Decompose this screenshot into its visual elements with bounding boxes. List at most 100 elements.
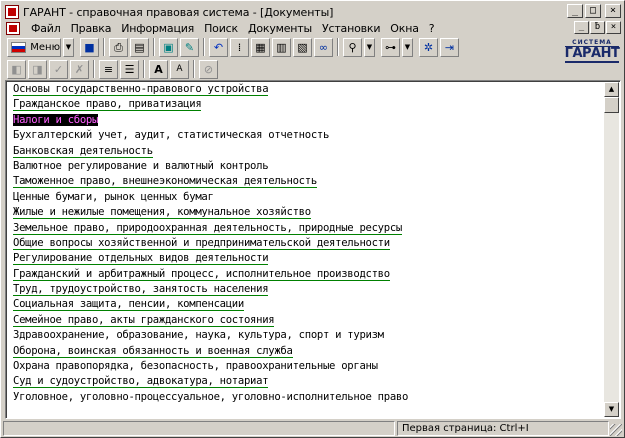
document-list-pane: Основы государственно-правового устройст… <box>5 80 621 419</box>
document-list-item[interactable]: Оборона, воинская обязанность и военная … <box>13 344 607 359</box>
vertical-scrollbar[interactable]: ▲ ▼ <box>604 82 619 417</box>
toolbar-separator <box>143 60 145 78</box>
document-list-item-label: Суд и судоустройство, адвокатура, нотари… <box>13 375 269 389</box>
document-list-item-label: Жилые и нежилые помещения, коммунальное … <box>13 206 311 220</box>
document-icon[interactable]: ▦ <box>251 37 270 57</box>
document-caption-buttons: _ ƀ × <box>574 21 621 34</box>
doc-close-button[interactable]: × <box>606 21 621 34</box>
scroll-thumb[interactable] <box>604 97 619 113</box>
maximize-button[interactable]: □ <box>585 4 601 18</box>
resize-grip[interactable] <box>610 424 622 436</box>
next-page-icon[interactable]: ◨ <box>28 59 47 79</box>
app-icon[interactable] <box>5 5 19 19</box>
minimize-button[interactable]: _ <box>567 4 583 18</box>
menu-edit[interactable]: Правка <box>66 22 117 35</box>
document-list-item[interactable]: Земельное право, природоохранная деятель… <box>13 221 607 236</box>
russian-flag-icon <box>11 41 27 53</box>
menu-documents[interactable]: Документы <box>243 22 317 35</box>
mark-icon[interactable]: ✓ <box>49 59 68 79</box>
font-decrease-icon[interactable]: A <box>170 59 189 79</box>
doc-restore-button[interactable]: ƀ <box>590 21 605 34</box>
toolbar-separator <box>103 38 105 56</box>
document-list-item[interactable]: Регулирование отдельных видов деятельнос… <box>13 251 607 266</box>
save-icon[interactable]: ■ <box>80 37 99 57</box>
document-list-item-label: Банковская деятельность <box>13 144 153 158</box>
prev-page-icon[interactable]: ◧ <box>7 59 26 79</box>
split-icon[interactable]: ⁞ <box>230 37 249 57</box>
document-list-item-label: Уголовное, уголовно-процессуальное, угол… <box>13 390 409 403</box>
menu-search[interactable]: Поиск <box>199 22 243 35</box>
document-list-item[interactable]: Суд и судоустройство, адвокатура, нотари… <box>13 374 607 389</box>
bookmark-icon[interactable]: ≡ <box>99 59 118 79</box>
main-window: ГАРАНТ - справочная правовая система - [… <box>0 0 625 438</box>
document-list-item[interactable]: Труд, трудоустройство, занятость населен… <box>13 282 607 297</box>
print-icon[interactable]: ⎙ <box>109 37 128 57</box>
window-title: ГАРАНТ - справочная правовая система - [… <box>23 5 334 19</box>
menu-information[interactable]: Информация <box>116 22 199 35</box>
secondary-toolbar: ◧ ◨ ✓ ✗ ≡ ☰ A A ⊘ <box>3 58 623 80</box>
status-pages: Первая страница: Ctrl+I <box>397 421 609 436</box>
logo-subtitle: СИСТЕМА <box>572 39 612 46</box>
binoculars-icon[interactable]: ∞ <box>314 37 333 57</box>
filter-icon[interactable]: ⊶ <box>381 37 400 57</box>
unmark-icon[interactable]: ✗ <box>70 59 89 79</box>
doc-minimize-button[interactable]: _ <box>574 21 589 34</box>
menu-button[interactable]: Меню <box>7 37 61 57</box>
close-button[interactable]: × <box>605 4 621 18</box>
document-list-item-label: Таможенное право, внешнеэкономическая де… <box>13 175 317 189</box>
menu-windows[interactable]: Окна <box>385 22 423 35</box>
document-list-item-label: Оборона, воинская обязанность и военная … <box>13 344 293 358</box>
document-list-item[interactable]: Общие вопросы хозяйственной и предприним… <box>13 236 607 251</box>
status-bar: Первая страница: Ctrl+I <box>3 420 623 437</box>
back-icon[interactable]: ↶ <box>209 37 228 57</box>
comment-icon[interactable]: ☰ <box>120 59 139 79</box>
document-list-item[interactable]: Таможенное право, внешнеэкономическая де… <box>13 174 607 189</box>
document-list-item-label: Семейное право, акты гражданского состоя… <box>13 313 275 327</box>
document-list-item-label: Земельное право, природоохранная деятель… <box>13 221 402 235</box>
document-list-item[interactable]: Гражданское право, приватизация <box>13 97 607 112</box>
document-list-item[interactable]: Здравоохранение, образование, наука, кул… <box>13 328 607 343</box>
document-list-item[interactable]: Налоги и сборы <box>13 113 607 128</box>
globe-icon[interactable]: ✲ <box>419 37 438 57</box>
document-list-item[interactable]: Гражданский и арбитражный процесс, испол… <box>13 267 607 282</box>
document-view-icon[interactable]: ▧ <box>293 37 312 57</box>
menu-help[interactable]: ? <box>424 22 440 35</box>
document-list-item[interactable]: Социальная защита, пенсии, компенсации <box>13 297 607 312</box>
document-window-icon[interactable] <box>6 21 20 35</box>
scroll-up-button[interactable]: ▲ <box>604 82 619 97</box>
document-list-item[interactable]: Уголовное, уголовно-процессуальное, угол… <box>13 390 607 405</box>
document-list-item[interactable]: Валютное регулирование и валютный контро… <box>13 159 607 174</box>
document-list-item[interactable]: Жилые и нежилые помещения, коммунальное … <box>13 205 607 220</box>
document-list-item[interactable]: Основы государственно-правового устройст… <box>13 82 607 97</box>
menu-file[interactable]: Файл <box>26 22 66 35</box>
menu-settings[interactable]: Установки <box>317 22 385 35</box>
document-list-item[interactable]: Охрана правопорядка, безопасность, право… <box>13 359 607 374</box>
main-toolbar: Меню ▼ ■ ⎙ ▤ ▣ ✎ ↶ ⁞ ▦ ▥ ▧ ∞ ⚲ ▼ ⊶ ▼ ✲ ⇥ <box>3 36 623 58</box>
document-list-item-label: Основы государственно-правового устройст… <box>13 83 269 96</box>
document-list-item[interactable]: Семейное право, акты гражданского состоя… <box>13 313 607 328</box>
filter-dropdown-button[interactable]: ▼ <box>402 37 413 57</box>
menu-button-label: Меню <box>30 41 60 53</box>
cancel-icon[interactable]: ⊘ <box>199 59 218 79</box>
print-preview-icon[interactable]: ▤ <box>130 37 149 57</box>
document-list-item-label: Труд, трудоустройство, занятость населен… <box>13 283 269 297</box>
document-list-item-label: Ценные бумаги, рынок ценных бумаг <box>13 190 214 203</box>
document-list-icon[interactable]: ▥ <box>272 37 291 57</box>
caption-buttons: _ □ × <box>567 4 621 18</box>
exit-icon[interactable]: ⇥ <box>440 37 459 57</box>
toolbar-separator <box>193 60 195 78</box>
search-icon[interactable]: ⚲ <box>343 37 362 57</box>
font-increase-icon[interactable]: A <box>149 59 168 79</box>
document-list-item-label: Общие вопросы хозяйственной и предприним… <box>13 236 390 250</box>
document-list-item[interactable]: Бухгалтерский учет, аудит, статистическа… <box>13 128 607 143</box>
scroll-down-button[interactable]: ▼ <box>604 402 619 417</box>
menu-dropdown-button[interactable]: ▼ <box>63 37 74 57</box>
toolbar-separator <box>203 38 205 56</box>
document-list-item[interactable]: Банковская деятельность <box>13 144 607 159</box>
copy-icon[interactable]: ▣ <box>159 37 178 57</box>
document-list-item-label: Регулирование отдельных видов деятельнос… <box>13 252 269 266</box>
search-dropdown-button[interactable]: ▼ <box>364 37 375 57</box>
document-list-item[interactable]: Ценные бумаги, рынок ценных бумаг <box>13 190 607 205</box>
edit-icon[interactable]: ✎ <box>180 37 199 57</box>
title-bar[interactable]: ГАРАНТ - справочная правовая система - [… <box>3 3 623 21</box>
